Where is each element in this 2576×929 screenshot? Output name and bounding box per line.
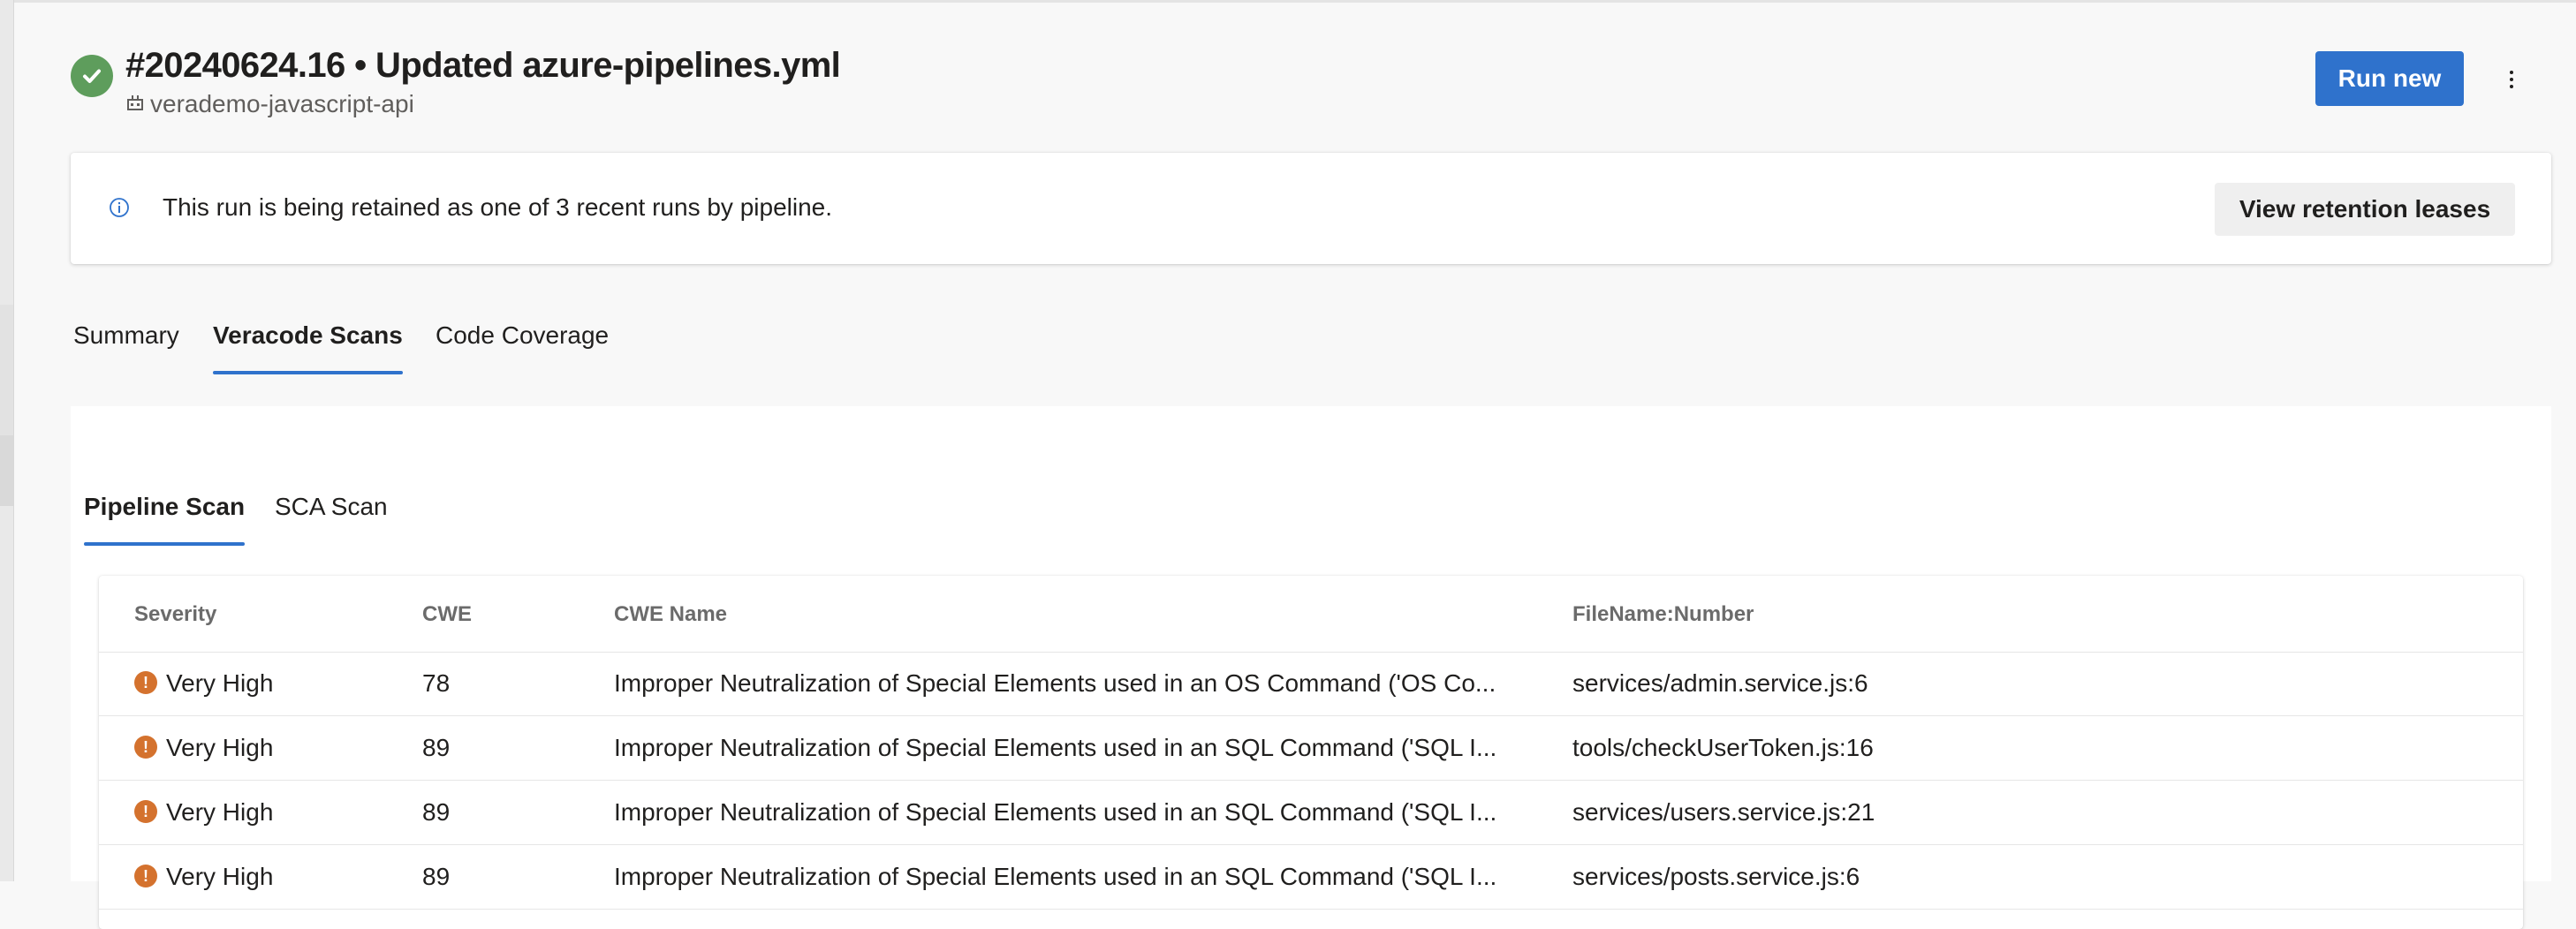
warning-icon: ! <box>134 800 157 823</box>
table-row[interactable]: ! Very High 89 Improper Neutralization o… <box>99 781 2523 845</box>
severity-cell: Very High <box>166 734 274 761</box>
warning-icon: ! <box>134 671 157 694</box>
column-header-cwe-name[interactable]: CWE Name <box>614 602 727 627</box>
run-header: #20240624.16 • Updated azure-pipelines.y… <box>69 46 2525 125</box>
cwe-name-cell: Improper Neutralization of Special Eleme… <box>614 798 1497 826</box>
run-title: #20240624.16 • Updated azure-pipelines.y… <box>125 46 841 85</box>
severity-cell: Very High <box>166 863 274 890</box>
more-actions-icon[interactable] <box>2494 58 2529 101</box>
cwe-name-cell: Improper Neutralization of Special Eleme… <box>614 863 1497 890</box>
tab-code-coverage[interactable]: Code Coverage <box>436 321 609 374</box>
repo-link[interactable]: verademo-javascript-api <box>125 90 414 118</box>
repo-icon <box>125 90 145 118</box>
tab-pipeline-scan[interactable]: Pipeline Scan <box>84 493 246 546</box>
severity-cell: Very High <box>166 798 274 826</box>
table-row[interactable]: ! Very High 78 Improper Neutralization o… <box>99 652 2523 716</box>
column-header-severity[interactable]: Severity <box>134 602 216 627</box>
warning-icon: ! <box>134 736 157 759</box>
cwe-name-cell: Improper Neutralization of Special Eleme… <box>614 734 1497 761</box>
table-header: Severity CWE CWE Name FileName:Number <box>99 576 2523 653</box>
left-rail-segment <box>0 305 13 435</box>
tab-summary[interactable]: Summary <box>73 321 179 374</box>
cwe-cell: 89 <box>422 798 451 826</box>
success-check-icon <box>71 55 113 97</box>
left-navigation-rail[interactable] <box>0 0 14 881</box>
column-header-filename[interactable]: FileName:Number <box>1572 602 1754 627</box>
warning-icon: ! <box>134 865 157 887</box>
filename-cell: tools/checkUserToken.js:16 <box>1572 734 1874 761</box>
filename-cell: services/admin.service.js:6 <box>1572 669 1868 697</box>
tab-sca-scan[interactable]: SCA Scan <box>275 493 388 546</box>
tab-veracode-scans[interactable]: Veracode Scans <box>213 321 403 374</box>
veracode-scans-panel: Pipeline Scan SCA Scan Severity CWE CWE … <box>71 406 2551 929</box>
table-row[interactable]: ! Very High 89 Improper Neutralization o… <box>99 716 2523 781</box>
repo-name: verademo-javascript-api <box>150 90 414 117</box>
run-new-button[interactable]: Run new <box>2315 51 2464 106</box>
view-retention-leases-button[interactable]: View retention leases <box>2215 183 2515 236</box>
findings-table: Severity CWE CWE Name FileName:Number ! … <box>99 576 2523 929</box>
cwe-name-cell: Improper Neutralization of Special Eleme… <box>614 669 1496 697</box>
left-rail-segment <box>0 435 13 506</box>
banner-message: This run is being retained as one of 3 r… <box>163 193 833 221</box>
table-row[interactable]: ! Very High 89 Improper Neutralization o… <box>99 845 2523 910</box>
top-border <box>0 0 2576 3</box>
column-header-cwe[interactable]: CWE <box>422 602 472 627</box>
filename-cell: services/posts.service.js:6 <box>1572 863 1860 890</box>
severity-cell: Very High <box>166 669 274 697</box>
cwe-cell: 78 <box>422 669 451 697</box>
cwe-cell: 89 <box>422 863 451 890</box>
info-icon <box>109 197 130 218</box>
retention-banner: This run is being retained as one of 3 r… <box>71 153 2551 264</box>
cwe-cell: 89 <box>422 734 451 761</box>
filename-cell: services/users.service.js:21 <box>1572 798 1875 826</box>
